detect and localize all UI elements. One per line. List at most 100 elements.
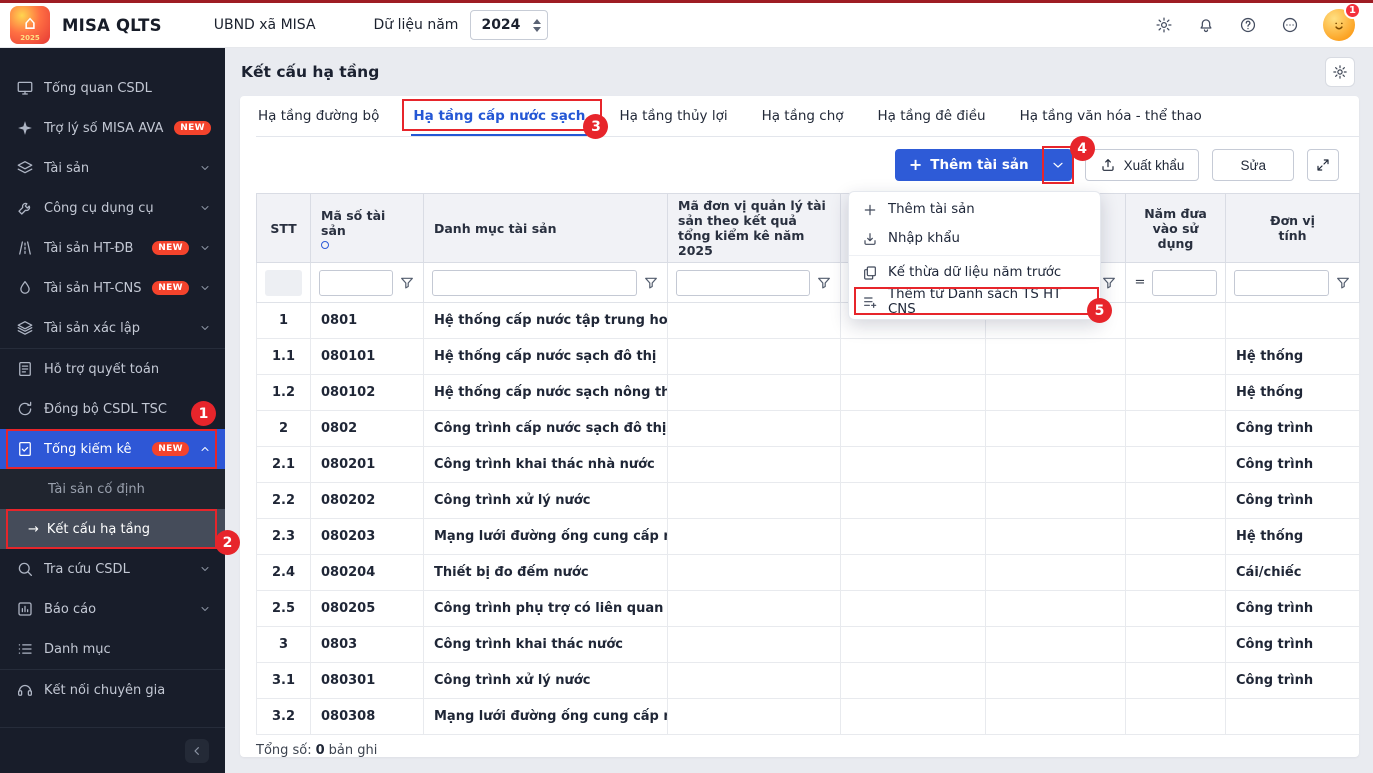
- table-header-row: STT Mã số tài sản Danh mục tài sản Mã đơ…: [257, 194, 1360, 263]
- sidebar-item-tong-kiem-ke[interactable]: Tổng kiểm kê NEW 1: [0, 429, 225, 469]
- tab-ha-tang-van-hoa-the-thao[interactable]: Hạ tầng văn hóa - thể thao: [1018, 96, 1204, 136]
- filter-cell-code: [311, 263, 424, 303]
- col-header-ma-so-tai-san[interactable]: Mã số tài sản: [311, 194, 424, 263]
- edit-button[interactable]: Sửa: [1212, 149, 1294, 181]
- equals-operator[interactable]: =: [1134, 275, 1146, 290]
- col-header-nam-su-dung[interactable]: Năm đưa vào sử dụng: [1126, 194, 1226, 263]
- filter-disabled: [265, 270, 302, 296]
- filter-cell-unit: [1226, 263, 1360, 303]
- help-icon[interactable]: [1237, 14, 1259, 36]
- page-settings-gear-button[interactable]: [1325, 57, 1355, 87]
- sidebar-item-ket-noi-chuyen-gia[interactable]: Kết nối chuyên gia: [0, 670, 225, 710]
- table-row[interactable]: 2.5080205Công trình phụ trợ có liên quan…: [257, 591, 1360, 627]
- sidebar-item-danh-muc[interactable]: Danh mục: [0, 629, 225, 669]
- sidebar-collapse-button[interactable]: [185, 739, 209, 763]
- export-button[interactable]: Xuất khẩu: [1085, 149, 1200, 181]
- plus-icon: +: [909, 157, 922, 173]
- filter-input-category[interactable]: [432, 270, 637, 296]
- tab-ha-tang-cap-nuoc-sach[interactable]: Hạ tầng cấp nước sạch 3: [411, 96, 587, 136]
- year-selector[interactable]: 2024: [470, 10, 548, 40]
- tab-ha-tang-duong-bo[interactable]: Hạ tầng đường bộ: [256, 96, 381, 136]
- filter-input-year[interactable]: [1152, 270, 1217, 296]
- year-stepper-icon[interactable]: [533, 19, 541, 32]
- sidebar: Tổng quan CSDL Trợ lý số MISA AVA NEW Tà…: [0, 48, 225, 773]
- notifications-bell-icon[interactable]: [1195, 14, 1217, 36]
- inherit-data-icon: [862, 265, 878, 281]
- add-asset-button[interactable]: + Thêm tài sản: [895, 149, 1043, 181]
- main-content: Kết cấu hạ tầng Hạ tầng đường bộ Hạ tầng…: [225, 48, 1373, 773]
- notification-count-badge: 1: [1344, 2, 1361, 19]
- sidebar-item-tai-san[interactable]: Tài sản: [0, 148, 225, 188]
- sort-indicator-icon: [321, 241, 329, 249]
- bar-chart-icon: [16, 600, 34, 618]
- menu-item-ke-thua-du-lieu[interactable]: Kế thừa dữ liệu năm trước: [849, 258, 1100, 287]
- table-row[interactable]: 20802Công trình cấp nước sạch đô thịCông…: [257, 411, 1360, 447]
- more-options-icon[interactable]: [1279, 14, 1301, 36]
- sidebar-item-tai-san-ht-cns[interactable]: Tài sản HT-CNS NEW: [0, 268, 225, 308]
- page-title: Kết cấu hạ tầng: [241, 63, 379, 81]
- app-title: MISA QLTS: [62, 16, 162, 35]
- sidebar-item-tai-san-xac-lap[interactable]: Tài sản xác lập: [0, 308, 225, 348]
- filter-input-unit[interactable]: [1234, 270, 1329, 296]
- fullscreen-expand-button[interactable]: [1307, 149, 1339, 181]
- menu-item-them-tai-san[interactable]: Thêm tài sản: [849, 195, 1100, 224]
- table-row[interactable]: 2.2080202Công trình xử lý nướcCông trình: [257, 483, 1360, 519]
- table-row[interactable]: 1.1080101Hệ thống cấp nước sạch đô thịHệ…: [257, 339, 1360, 375]
- inventory-check-icon: [16, 440, 34, 458]
- house-icon: ⌂: [24, 14, 36, 33]
- menu-item-nhap-khau[interactable]: Nhập khẩu: [849, 224, 1100, 253]
- menu-divider: [849, 255, 1100, 256]
- sidebar-item-tong-quan-csdl[interactable]: Tổng quan CSDL: [0, 68, 225, 108]
- chevron-down-icon: [199, 563, 211, 575]
- tools-icon: [16, 199, 34, 217]
- table-row[interactable]: 10801Hệ thống cấp nước tập trung hoà...: [257, 303, 1360, 339]
- tab-ha-tang-cho[interactable]: Hạ tầng chợ: [760, 96, 846, 136]
- sidebar-subitem-ket-cau-ha-tang[interactable]: → Kết cấu hạ tầng 2: [0, 509, 225, 549]
- expand-icon: [1315, 157, 1331, 173]
- menu-item-them-tu-danh-sach-ts-ht-cns[interactable]: Thêm từ Danh sách TS HT CNS 5: [849, 287, 1100, 316]
- filter-funnel-icon[interactable]: [399, 275, 415, 291]
- tab-ha-tang-thuy-loi[interactable]: Hạ tầng thủy lợi: [617, 96, 729, 136]
- table-row[interactable]: 2.1080201Công trình khai thác nhà nướcCô…: [257, 447, 1360, 483]
- tab-ha-tang-de-dieu[interactable]: Hạ tầng đê điều: [876, 96, 988, 136]
- settings-icon[interactable]: [1153, 14, 1175, 36]
- new-badge: NEW: [174, 121, 211, 135]
- table-row[interactable]: 30803Công trình khai thác nướcCông trình: [257, 627, 1360, 663]
- filter-funnel-icon[interactable]: [1101, 275, 1117, 291]
- filter-funnel-icon[interactable]: [1335, 275, 1351, 291]
- sidebar-item-dong-bo-csdl-tsc[interactable]: Đồng bộ CSDL TSC: [0, 389, 225, 429]
- col-header-danh-muc-tai-san[interactable]: Danh mục tài sản: [424, 194, 668, 263]
- chevron-down-icon: [199, 242, 211, 254]
- table-row[interactable]: 3.2080308Mạng lưới đường ống cung cấp n.…: [257, 699, 1360, 735]
- sidebar-item-ho-tro-quyet-toan[interactable]: Hỗ trợ quyết toán: [0, 349, 225, 389]
- sidebar-item-tro-ly-so-ava[interactable]: Trợ lý số MISA AVA NEW: [0, 108, 225, 148]
- stack-icon: [16, 319, 34, 337]
- sidebar-subitem-tai-san-co-dinh[interactable]: Tài sản cố định: [0, 469, 225, 509]
- filter-input-unit-code[interactable]: [676, 270, 810, 296]
- filter-funnel-icon[interactable]: [643, 275, 659, 291]
- col-header-don-vi-tinh[interactable]: Đơn vị tính: [1226, 194, 1360, 263]
- sidebar-item-cong-cu-dung-cu[interactable]: Công cụ dụng cụ: [0, 188, 225, 228]
- filter-cell-year: =: [1126, 263, 1226, 303]
- filter-funnel-icon[interactable]: [816, 275, 832, 291]
- col-header-ma-don-vi[interactable]: Mã đơn vị quản lý tài sản theo kết quả t…: [668, 194, 841, 263]
- chevron-down-icon: [199, 162, 211, 174]
- sparkle-icon: [16, 119, 34, 137]
- sidebar-item-tra-cuu-csdl[interactable]: Tra cứu CSDL: [0, 549, 225, 589]
- sidebar-item-tai-san-ht-db[interactable]: Tài sản HT-ĐB NEW: [0, 228, 225, 268]
- add-asset-dropdown-toggle[interactable]: 4: [1043, 149, 1072, 181]
- table-row[interactable]: 3.1080301Công trình xử lý nướcCông trình: [257, 663, 1360, 699]
- chevron-down-icon: [199, 202, 211, 214]
- chevron-down-icon: [199, 282, 211, 294]
- year-value: 2024: [481, 17, 533, 33]
- new-badge: NEW: [152, 241, 189, 255]
- filter-input-code[interactable]: [319, 270, 393, 296]
- table-row[interactable]: 1.2080102Hệ thống cấp nước sạch nông thô…: [257, 375, 1360, 411]
- table-row[interactable]: 2.4080204Thiết bị đo đếm nướcCái/chiếc: [257, 555, 1360, 591]
- sidebar-item-bao-cao[interactable]: Báo cáo: [0, 589, 225, 629]
- col-header-stt[interactable]: STT: [257, 194, 311, 263]
- brand-accent-line: [0, 0, 1373, 3]
- filter-cell-unit-code: [668, 263, 841, 303]
- table-row[interactable]: 2.3080203Mạng lưới đường ống cung cấp n.…: [257, 519, 1360, 555]
- add-asset-dropdown-menu: Thêm tài sản Nhập khẩu Kế thừa dữ liệu n…: [848, 191, 1101, 320]
